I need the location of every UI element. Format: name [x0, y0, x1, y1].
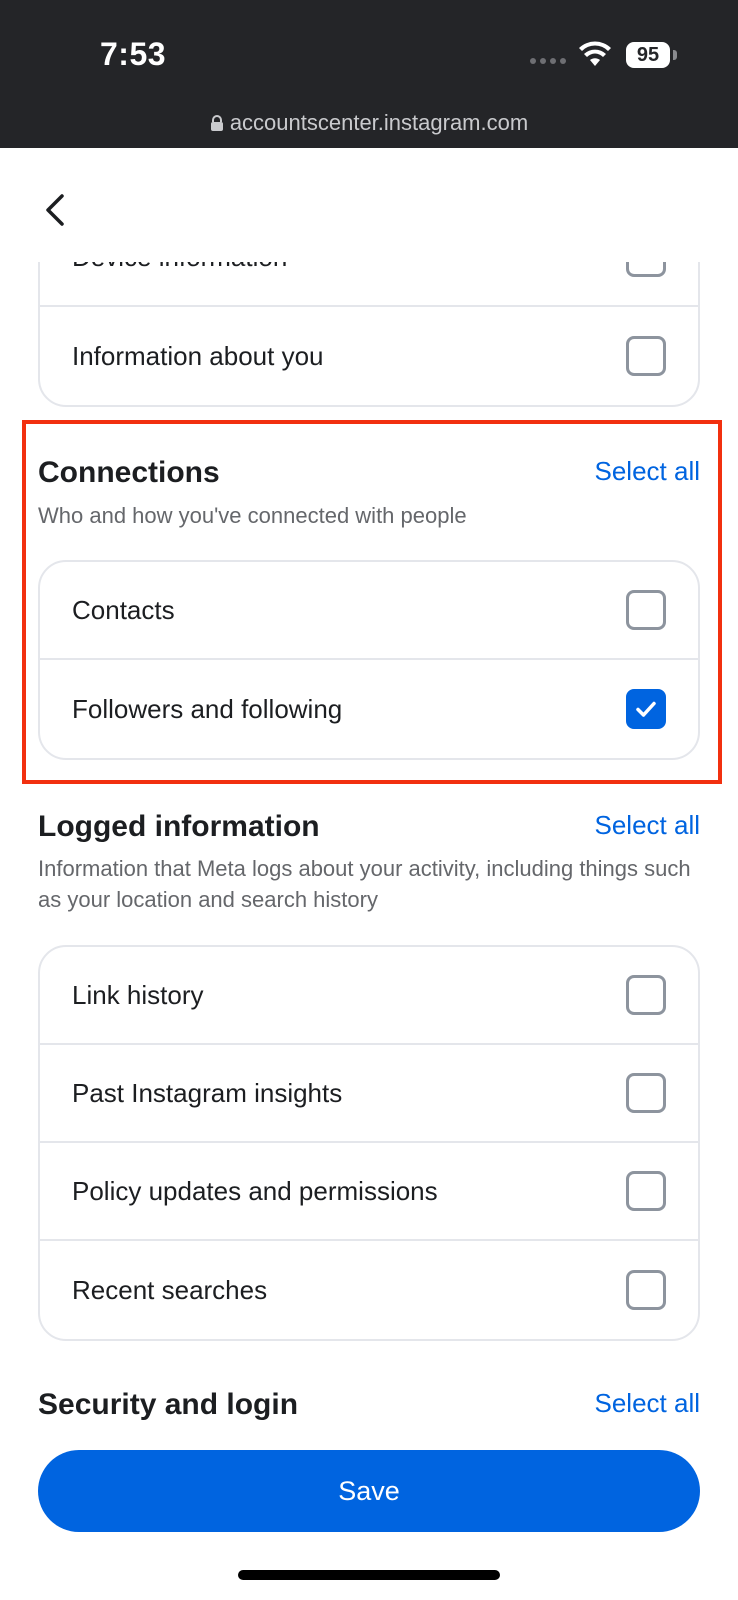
checkbox[interactable]	[626, 975, 666, 1015]
status-bar: 7:53 95 accountscenter.instagram.com	[0, 0, 738, 148]
row-label: Device information	[72, 262, 287, 273]
logged-information-title: Logged information	[38, 810, 320, 843]
save-button[interactable]: Save	[38, 1450, 700, 1532]
list-item[interactable]: Policy updates and permissions	[40, 1143, 698, 1241]
list-item[interactable]: Link history	[40, 947, 698, 1045]
logged-information-select-all-link[interactable]: Select all	[595, 810, 701, 841]
connections-description: Who and how you've connected with people	[38, 503, 467, 528]
list-item-contacts[interactable]: Contacts	[40, 562, 698, 660]
wifi-icon	[579, 41, 611, 66]
address-bar[interactable]: accountscenter.instagram.com	[0, 110, 738, 136]
list-item-followers[interactable]: Followers and following	[40, 660, 698, 758]
checkbox[interactable]	[626, 590, 666, 630]
checkmark-icon	[636, 701, 656, 717]
list-item[interactable]: Past Instagram insights	[40, 1045, 698, 1143]
logged-information-card: Link history Past Instagram insights Pol…	[38, 945, 700, 1341]
battery-cap	[673, 50, 677, 60]
status-time: 7:53	[100, 36, 167, 72]
connections-select-all-link[interactable]: Select all	[595, 456, 701, 487]
checkbox[interactable]	[626, 336, 666, 376]
checkbox[interactable]	[626, 1073, 666, 1113]
row-label: Information about you	[72, 340, 324, 371]
lock-icon	[210, 115, 223, 131]
chevron-left-icon[interactable]	[40, 190, 68, 230]
list-item[interactable]: Information about you	[40, 307, 698, 405]
checkbox[interactable]	[626, 1171, 666, 1211]
logged-information-description: Information that Meta logs about your ac…	[38, 856, 691, 912]
row-label: Followers and following	[72, 693, 343, 724]
row-label: Policy updates and permissions	[72, 1175, 438, 1206]
row-label: Contacts	[72, 594, 175, 625]
checkbox[interactable]	[626, 1270, 666, 1310]
settings-scroll-area[interactable]: Device information Information about you…	[0, 262, 738, 1440]
row-label: Link history	[72, 979, 204, 1010]
row-label: Recent searches	[72, 1274, 268, 1305]
battery-indicator: 95	[626, 42, 670, 68]
connections-title: Connections	[38, 456, 220, 489]
list-item[interactable]: Device information	[40, 262, 698, 307]
checkbox[interactable]	[626, 262, 666, 277]
list-item[interactable]: Recent searches	[40, 1241, 698, 1339]
connections-card: Contacts Followers and following	[38, 560, 700, 760]
row-label: Past Instagram insights	[72, 1077, 343, 1108]
other-information-card: Device information Information about you	[38, 262, 700, 407]
security-login-title: Security and login	[38, 1388, 299, 1421]
security-select-all-link[interactable]: Select all	[595, 1388, 701, 1419]
checkbox-checked[interactable]	[626, 689, 666, 729]
home-indicator	[238, 1570, 500, 1580]
cellular-signal-icon	[530, 58, 566, 64]
url-text: accountscenter.instagram.com	[229, 110, 529, 135]
